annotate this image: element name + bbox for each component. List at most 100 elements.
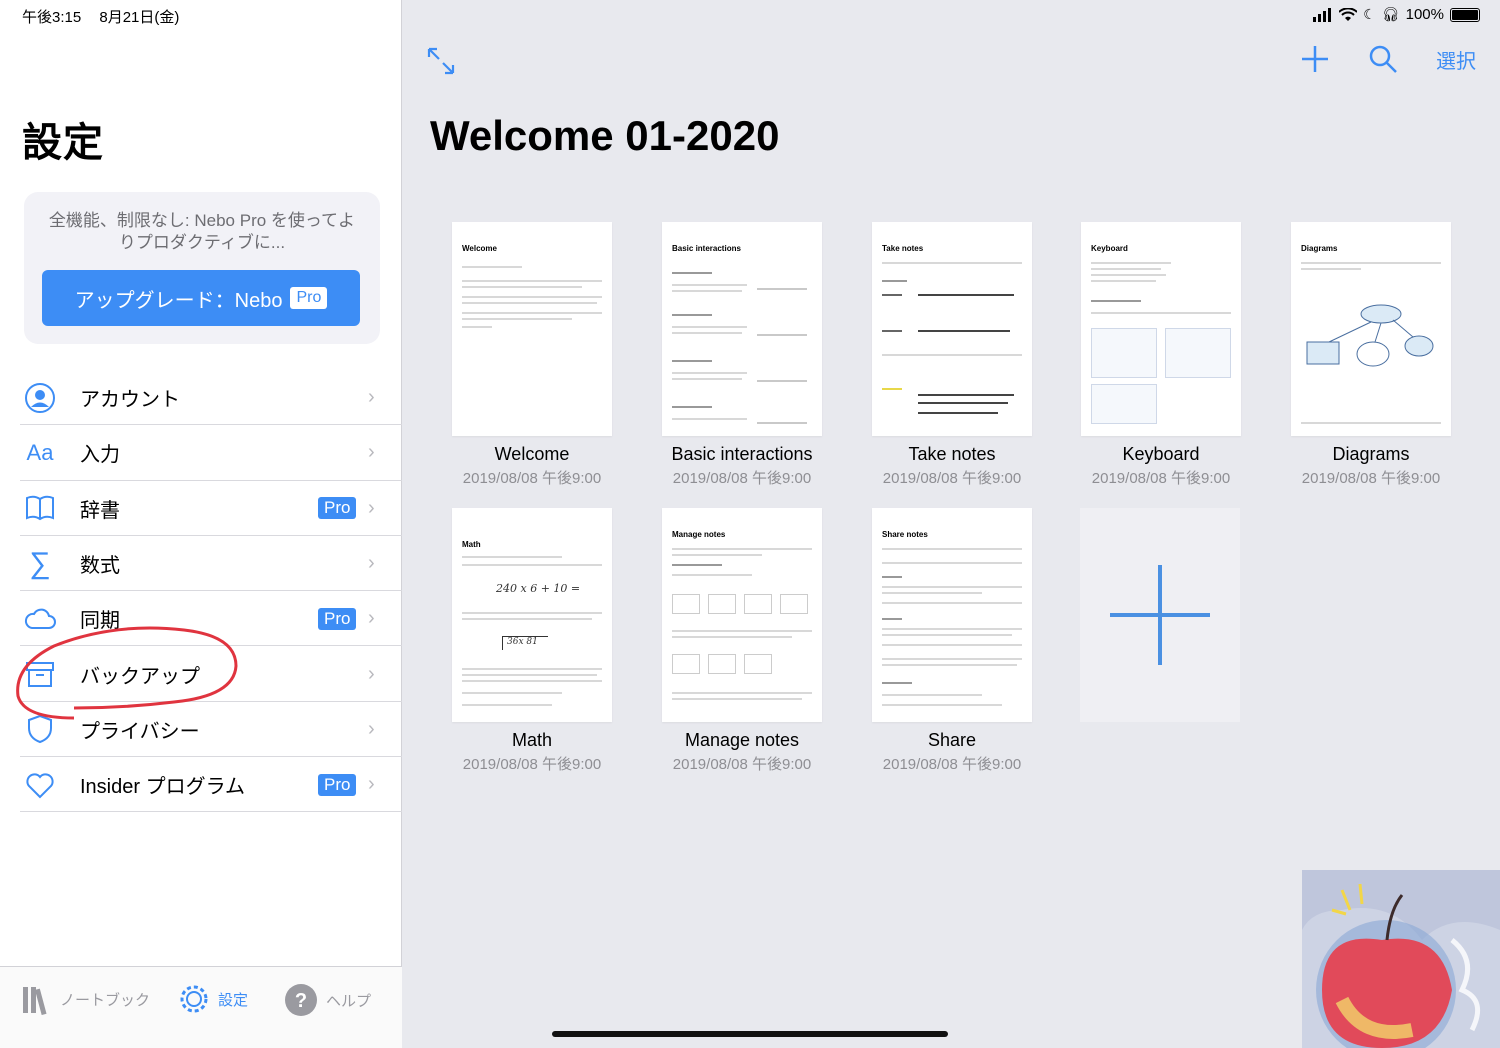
- menu-item-sync[interactable]: 同期 Pro ›: [0, 591, 402, 647]
- thumbnail-title: Keyboard: [1091, 244, 1128, 253]
- menu-item-account[interactable]: アカウント ›: [0, 370, 402, 426]
- note-name: Basic interactions: [671, 444, 813, 464]
- menu-item-backup[interactable]: バックアップ ›: [0, 646, 402, 703]
- note-date: 2019/08/08 午後9:00: [1301, 470, 1441, 487]
- heart-icon: [22, 767, 58, 803]
- status-date: 8月21日(金): [99, 9, 180, 26]
- menu-item-privacy[interactable]: プライバシー ›: [0, 702, 402, 758]
- note-name: Share: [927, 730, 977, 750]
- note-card-take-notes[interactable]: Take notes Take notes 2019/08/08 午後9:00: [872, 222, 1032, 488]
- menu-item-math[interactable]: ∑ 数式 ›: [0, 536, 402, 592]
- thumbnail-title: Take notes: [882, 244, 924, 253]
- note-name: Keyboard: [1122, 444, 1200, 464]
- select-button[interactable]: 選択: [1436, 45, 1476, 74]
- upgrade-button-label: アップグレード：Nebo: [74, 289, 283, 312]
- chevron-right-icon: ›: [368, 552, 375, 575]
- note-name: Take notes: [908, 444, 996, 464]
- status-bar-right: ☾ 🎧︎ 100%: [1313, 6, 1480, 23]
- tab-label: ヘルプ: [326, 992, 372, 1010]
- note-card-manage-notes[interactable]: Manage notes Manage notes 2019/08/08 午後9…: [662, 508, 822, 774]
- battery-icon: [1450, 7, 1480, 22]
- help-icon: ?: [285, 984, 317, 1016]
- note-name: Diagrams: [1332, 444, 1410, 464]
- thumbnail-title: Welcome: [462, 244, 497, 253]
- pro-badge: Pro: [290, 287, 328, 309]
- note-thumbnail: Share notes: [872, 508, 1032, 722]
- settings-menu: アカウント › Aa 入力 › 辞書 Pro › ∑ 数式 › 同期 Pro ›…: [0, 370, 402, 813]
- tab-notebooks[interactable]: ノートブック: [20, 983, 150, 1015]
- thumbnail-title: Manage notes: [672, 530, 726, 539]
- promo-text: 全機能、制限なし: Nebo Pro を使ってよりプロダクティブに...: [48, 211, 356, 252]
- chevron-right-icon: ›: [368, 496, 375, 519]
- pro-badge: Pro: [318, 773, 357, 796]
- note-card-math[interactable]: Math 240 x 6 + 10 = 36x 81 Math 2019/08/…: [452, 508, 612, 774]
- note-name: Manage notes: [684, 730, 800, 750]
- chevron-right-icon: ›: [368, 773, 375, 796]
- note-thumbnail: Basic interactions: [662, 222, 822, 436]
- note-date: 2019/08/08 午後9:00: [1091, 470, 1231, 487]
- chevron-right-icon: ›: [368, 607, 375, 630]
- tab-label: 設定: [218, 991, 249, 1009]
- gear-icon: [180, 985, 208, 1013]
- search-icon[interactable]: [1368, 44, 1398, 74]
- privacy-icon: [22, 711, 58, 747]
- note-thumbnail: Math 240 x 6 + 10 = 36x 81: [452, 508, 612, 722]
- note-date: 2019/08/08 午後9:00: [462, 470, 602, 487]
- add-icon[interactable]: [1300, 44, 1330, 74]
- upgrade-promo: 全機能、制限なし: Nebo Pro を使ってよりプロダクティブに... アップ…: [24, 192, 380, 344]
- menu-label: プライバシー: [80, 720, 200, 743]
- note-card-keyboard[interactable]: Keyboard Keyboard 2019/08/08 午後9:00: [1081, 222, 1241, 488]
- note-name: Welcome: [494, 444, 570, 464]
- battery-percent: 100%: [1405, 6, 1444, 23]
- pro-badge: Pro: [318, 497, 357, 520]
- tab-settings[interactable]: 設定: [178, 983, 248, 1015]
- note-card-share[interactable]: Share notes Share 2019/08/08 午後9:00: [872, 508, 1032, 774]
- home-indicator[interactable]: [552, 1031, 948, 1037]
- note-card-diagrams[interactable]: Diagrams Diagrams 2019/08/08 午後9:00: [1291, 222, 1451, 488]
- dictionary-icon: [22, 490, 58, 526]
- menu-label: 辞書: [80, 499, 120, 522]
- backup-icon: [22, 656, 58, 692]
- note-date: 2019/08/08 午後9:00: [672, 756, 812, 773]
- status-bar-left: 午後3:15 8月21日(金): [22, 6, 193, 27]
- signal-icon: [1313, 7, 1332, 22]
- note-thumbnail: Manage notes: [662, 508, 822, 722]
- menu-label: Insider プログラム: [80, 776, 245, 799]
- thumbnail-title: Basic interactions: [672, 244, 741, 253]
- chevron-right-icon: ›: [368, 717, 375, 740]
- wifi-icon: [1339, 7, 1358, 21]
- thumbnail-title: Math: [462, 540, 481, 549]
- apple-illustration: [1302, 870, 1500, 1048]
- library-icon: [23, 987, 47, 1015]
- input-icon: Aa: [26, 439, 54, 465]
- chevron-right-icon: ›: [368, 386, 375, 409]
- chevron-right-icon: ›: [368, 662, 375, 685]
- menu-item-dictionary[interactable]: 辞書 Pro ›: [0, 481, 402, 537]
- note-thumbnail: Keyboard: [1081, 222, 1241, 436]
- plus-icon: [1110, 565, 1210, 665]
- menu-item-input[interactable]: Aa 入力 ›: [0, 425, 402, 481]
- menu-label: アカウント: [80, 389, 180, 412]
- menu-label: バックアップ: [80, 665, 200, 688]
- moon-icon: ☾: [1363, 6, 1376, 22]
- page-title: 設定: [22, 121, 104, 165]
- menu-label: 数式: [80, 555, 120, 578]
- note-card-basic-interactions[interactable]: Basic interactions Basic interactions 20…: [662, 222, 822, 488]
- note-date: 2019/08/08 午後9:00: [882, 470, 1022, 487]
- expand-icon[interactable]: [426, 46, 456, 76]
- tab-bar: ノートブック 設定 ? ヘルプ: [0, 966, 402, 1048]
- notebook-title: Welcome 01-2020: [430, 112, 780, 159]
- menu-label: 同期: [80, 610, 120, 633]
- menu-item-insider[interactable]: Insider プログラム Pro ›: [0, 757, 402, 813]
- upgrade-button[interactable]: アップグレード：Nebo Pro: [42, 270, 360, 326]
- math-icon: ∑: [29, 546, 51, 580]
- diagram-sketch: [1306, 304, 1434, 367]
- note-card-welcome[interactable]: Welcome Welcome 2019/08/08 午後9:00: [452, 222, 612, 488]
- new-note-button[interactable]: [1080, 508, 1240, 722]
- note-thumbnail: Diagrams: [1291, 222, 1451, 436]
- menu-label: 入力: [80, 444, 120, 467]
- tab-help[interactable]: ? ヘルプ: [284, 983, 371, 1017]
- thumbnail-title: Share notes: [882, 530, 928, 539]
- pro-badge: Pro: [318, 607, 357, 630]
- svg-text:?: ?: [295, 990, 307, 1012]
